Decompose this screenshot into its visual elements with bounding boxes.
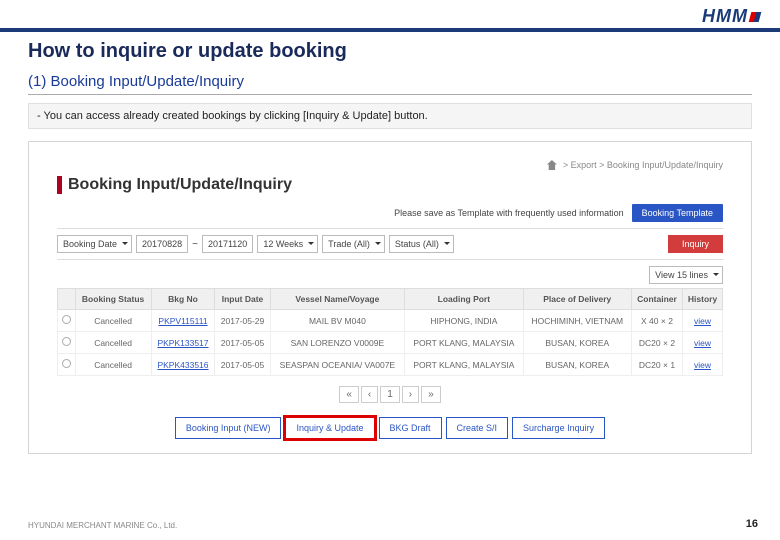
cell-vessel: MAIL BV M040 [270,310,404,332]
results-table: Booking StatusBkg NoInput DateVessel Nam… [57,288,723,376]
column-header: Bkg No [151,289,215,310]
weeks-select[interactable]: 12 Weeks [257,235,318,253]
column-header: Container [631,289,682,310]
cell-status: Cancelled [75,332,151,354]
date-from-input[interactable]: 20170828 [136,235,188,253]
column-header: Loading Port [405,289,524,310]
page-subtitle: (1) Booking Input/Update/Inquiry [28,73,752,90]
row-radio[interactable] [62,337,71,346]
page-number: 16 [746,518,758,530]
table-row: Cancelled PKPV115111 2017-05-29MAIL BV M04… [58,310,723,332]
hmm-logo: HMM [702,6,760,27]
cell-port: PORT KLANG, MALAYSIA [405,332,524,354]
booking-date-select[interactable]: Booking Date [57,235,132,253]
bottom-button-booking-input-new-[interactable]: Booking Input (NEW) [175,417,282,439]
cell-container: X 40 × 2 [631,310,682,332]
pager-button[interactable]: › [402,386,419,403]
cell-bkg-link[interactable]: PKPK433516 [157,360,208,370]
cell-port: HIPHONG, INDIA [405,310,524,332]
bottom-button-bkg-draft[interactable]: BKG Draft [379,417,442,439]
header-rule [0,28,780,32]
cell-pod: BUSAN, KOREA [523,332,631,354]
date-tilde: ~ [192,239,198,250]
footer-company: HYUNDAI MERCHANT MARINE Co., Ltd. [28,521,177,530]
table-row: Cancelled PKPK133517 2017-05-05SAN LORENZO… [58,332,723,354]
title-accent-bar [57,176,62,194]
pager-button[interactable]: » [421,386,441,403]
page-title: How to inquire or update booking [28,40,752,63]
column-header: Input Date [215,289,270,310]
inquiry-button[interactable]: Inquiry [668,235,723,253]
cell-date: 2017-05-05 [215,354,270,376]
pager-button[interactable]: ‹ [361,386,378,403]
row-radio[interactable] [62,315,71,324]
table-row: Cancelled PKPK433516 2017-05-05SEASPAN OCE… [58,354,723,376]
pager: «‹1›» [57,386,723,403]
bottom-button-surcharge-inquiry[interactable]: Surcharge Inquiry [512,417,605,439]
cell-history-link[interactable]: view [694,360,711,370]
embedded-screenshot: > Export > Booking Input/Update/Inquiry … [28,141,752,454]
column-header: Booking Status [75,289,151,310]
divider [28,94,752,95]
booking-template-button[interactable]: Booking Template [632,204,723,222]
cell-vessel: SAN LORENZO V0009E [270,332,404,354]
cell-vessel: SEASPAN OCEANIA/ VA007E [270,354,404,376]
cell-pod: BUSAN, KOREA [523,354,631,376]
cell-status: Cancelled [75,354,151,376]
cell-container: DC20 × 2 [631,332,682,354]
pager-button[interactable]: « [339,386,359,403]
cell-bkg-link[interactable]: PKPK133517 [157,338,208,348]
bottom-button-bar: Booking Input (NEW)Inquiry & UpdateBKG D… [57,417,723,439]
filter-bar: Booking Date 20170828 ~ 20171120 12 Week… [57,228,723,260]
cell-date: 2017-05-05 [215,332,270,354]
column-header: Vessel Name/Voyage [270,289,404,310]
pager-button[interactable]: 1 [380,386,400,403]
breadcrumb: > Export > Booking Input/Update/Inquiry [563,160,723,170]
trade-select[interactable]: Trade (All) [322,235,385,253]
cell-pod: HOCHIMINH, VIETNAM [523,310,631,332]
bottom-button-create-s-i[interactable]: Create S/I [446,417,509,439]
home-icon[interactable] [547,160,557,170]
column-header: History [683,289,723,310]
status-select[interactable]: Status (All) [389,235,454,253]
save-hint: Please save as Template with frequently … [394,208,623,218]
instruction-note: - You can access already created booking… [28,103,752,129]
cell-container: DC20 × 1 [631,354,682,376]
cell-port: PORT KLANG, MALAYSIA [405,354,524,376]
bottom-button-inquiry-update[interactable]: Inquiry & Update [285,417,374,439]
row-radio[interactable] [62,359,71,368]
cell-history-link[interactable]: view [694,316,711,326]
column-header: Place of Delivery [523,289,631,310]
column-header [58,289,76,310]
cell-bkg-link[interactable]: PKPV115111 [158,316,207,326]
cell-status: Cancelled [75,310,151,332]
cell-date: 2017-05-29 [215,310,270,332]
view-lines-select[interactable]: View 15 lines [649,266,723,284]
panel-heading: Booking Input/Update/Inquiry [68,176,292,194]
cell-history-link[interactable]: view [694,338,711,348]
date-to-input[interactable]: 20171120 [202,235,253,253]
